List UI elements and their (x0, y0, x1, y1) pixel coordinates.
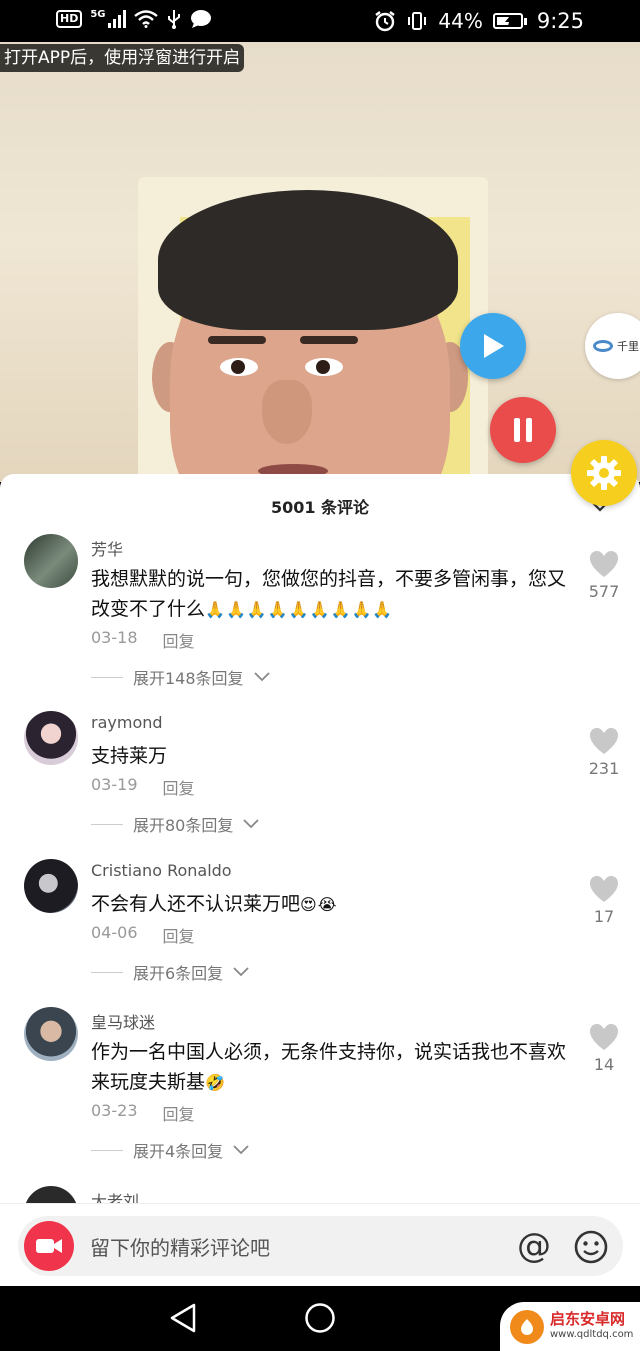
comment-emoji: 😍😭 (300, 895, 338, 914)
like-count: 231 (588, 759, 620, 778)
emoji-icon[interactable] (573, 1229, 609, 1265)
expand-replies-button[interactable]: 展开80条回复 (91, 812, 260, 836)
watermark-url: www.qdltdq.com (550, 1328, 634, 1340)
eye (220, 358, 258, 376)
like-button[interactable]: 17 (584, 875, 624, 926)
comment-text-body: 不会有人还不认识莱万吧 (91, 893, 301, 915)
heart-icon (590, 876, 618, 902)
vibrate-icon (408, 12, 427, 30)
comment-item: 皇马球迷 作为一名中国人必须，无条件支持你，说实话我也不喜欢来玩度夫斯基🤣 03… (0, 1007, 640, 1185)
expand-replies-button[interactable]: 展开4条回复 (91, 1138, 249, 1162)
watermark-title: 启东安卓网 (550, 1309, 626, 1328)
reply-button[interactable]: 回复 (163, 1101, 195, 1125)
avatar[interactable] (24, 1007, 78, 1061)
gear-icon (587, 456, 621, 490)
chevron-down-icon (233, 967, 249, 977)
comment-username[interactable]: 芳华 (91, 536, 123, 560)
settings-button[interactable] (571, 440, 637, 506)
hd-badge: HD (56, 10, 83, 28)
pause-icon (514, 418, 532, 442)
expand-replies-label: 展开4条回复 (133, 1142, 224, 1161)
comment-emoji: 🤣 (205, 1073, 226, 1092)
avatar[interactable] (24, 534, 78, 588)
wifi-icon (133, 10, 158, 28)
comment-date: 03-23 (91, 1101, 138, 1120)
comments-sheet: 5001 条评论 芳华 我想默默的说一句，您做您的抖音，不要多管闲事，您又改变不… (0, 474, 640, 1286)
comment-meta: 03-19 回复 (91, 775, 195, 799)
battery-icon (492, 13, 527, 29)
open-app-banner[interactable]: 打开APP后，使用浮窗进行开启 (0, 44, 245, 72)
reply-button[interactable]: 回复 (163, 628, 195, 652)
comment-input-bar: 留下你的精彩评论吧 @ (0, 1203, 640, 1286)
chevron-down-icon (253, 672, 270, 682)
presenter-hair (158, 190, 458, 330)
eye-logo-icon (593, 340, 613, 352)
battery-percent: 44% (438, 9, 483, 33)
comments-count-title: 5001 条评论 (270, 498, 370, 517)
comment-username[interactable]: 皇马球迷 (91, 1009, 155, 1033)
comment-meta: 03-18 回复 (91, 628, 195, 652)
expand-replies-button[interactable]: 展开148条回复 (91, 665, 270, 689)
comment-emoji: 🙏🙏🙏🙏🙏🙏🙏🙏🙏 (205, 600, 394, 619)
eye (305, 358, 343, 376)
camera-button[interactable] (24, 1221, 74, 1271)
avatar[interactable] (24, 711, 78, 765)
eyebrow (300, 336, 358, 344)
watermark-logo-icon (510, 1309, 544, 1344)
reply-button[interactable]: 回复 (163, 923, 195, 947)
eyebrow (208, 336, 266, 344)
chat-icon (190, 10, 211, 28)
home-icon[interactable] (304, 1302, 336, 1334)
network-type: 5G (90, 9, 106, 20)
chevron-down-icon (233, 1145, 249, 1155)
chevron-down-icon (243, 819, 260, 829)
site-watermark: 启东安卓网 www.qdltdq.com (500, 1302, 640, 1351)
floating-logo-text: 千里 (617, 340, 639, 353)
like-button[interactable]: 577 (584, 550, 624, 601)
comment-username[interactable]: raymond (91, 713, 163, 732)
video-camera-icon (36, 1239, 62, 1253)
comment-username[interactable]: Cristiano Ronaldo (91, 861, 232, 880)
heart-icon (590, 728, 618, 754)
like-count: 14 (593, 1055, 615, 1074)
comment-input-field[interactable]: 留下你的精彩评论吧 @ (18, 1216, 623, 1276)
play-button[interactable] (460, 313, 526, 379)
comment-text: 作为一名中国人必须，无条件支持你，说实话我也不喜欢来玩度夫斯基🤣 (91, 1037, 581, 1098)
comment-text: 支持莱万 (91, 741, 581, 771)
status-bar: HD 5G 44% 9:25 (0, 0, 640, 42)
expand-replies-label: 展开80条回复 (133, 816, 234, 835)
comment-text: 我想默默的说一句，您做您的抖音，不要多管闲事，您又改变不了什么🙏🙏🙏🙏🙏🙏🙏🙏🙏 (91, 564, 581, 625)
expand-replies-label: 展开6条回复 (133, 964, 224, 983)
comment-text: 不会有人还不认识莱万吧😍😭 (91, 889, 581, 920)
comment-text-body: 作为一名中国人必须，无条件支持你，说实话我也不喜欢来玩度夫斯基 (91, 1041, 567, 1093)
comment-date: 03-18 (91, 628, 138, 647)
clock: 9:25 (536, 9, 584, 33)
comment-date: 04-06 (91, 923, 138, 942)
heart-icon (590, 1024, 618, 1050)
comment-meta: 03-23 回复 (91, 1101, 195, 1125)
alarm-icon (375, 11, 396, 32)
comment-text-body: 支持莱万 (91, 745, 168, 767)
like-button[interactable]: 14 (584, 1023, 624, 1074)
reply-button[interactable]: 回复 (163, 775, 195, 799)
comment-date: 03-19 (91, 775, 138, 794)
play-icon (484, 334, 504, 358)
pause-button[interactable] (490, 397, 556, 463)
like-count: 577 (588, 582, 620, 601)
like-button[interactable]: 231 (584, 727, 624, 778)
comment-meta: 04-06 回复 (91, 923, 195, 947)
mention-button[interactable]: @ (514, 1226, 554, 1266)
usb-icon (167, 10, 180, 29)
avatar[interactable] (24, 859, 78, 913)
signal-icon (107, 10, 126, 28)
expand-replies-label: 展开148条回复 (133, 669, 244, 688)
comment-item: 芳华 我想默默的说一句，您做您的抖音，不要多管闲事，您又改变不了什么🙏🙏🙏🙏🙏🙏… (0, 534, 640, 712)
heart-icon (590, 551, 618, 577)
comment-input-placeholder[interactable]: 留下你的精彩评论吧 (90, 1232, 270, 1261)
like-count: 17 (593, 907, 615, 926)
back-icon[interactable] (168, 1302, 198, 1334)
expand-replies-button[interactable]: 展开6条回复 (91, 960, 249, 984)
nose (262, 380, 312, 444)
